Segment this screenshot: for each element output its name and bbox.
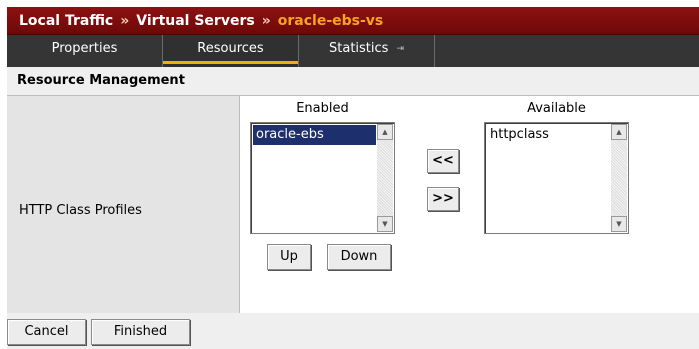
breadcrumb-current: oracle-ebs-vs (277, 13, 384, 29)
section-title: Resource Management (17, 73, 185, 88)
tab-statistics-label: Statistics (329, 41, 389, 56)
move-to-enabled-button[interactable]: << (427, 149, 459, 173)
scroll-down-icon[interactable]: ▼ (611, 216, 627, 232)
open-window-icon[interactable]: ⇥ (396, 44, 404, 54)
form-footer: Cancel Finished (7, 313, 699, 349)
breadcrumb-separator: » (120, 13, 130, 29)
up-button[interactable]: Up (267, 244, 311, 270)
active-tab-indicator (163, 61, 298, 64)
enabled-listbox[interactable]: oracle-ebs ▲ ▼ (250, 122, 395, 234)
scroll-up-icon[interactable]: ▲ (611, 124, 627, 140)
breadcrumb-local-traffic[interactable]: Local Traffic (19, 13, 113, 29)
row-label-cell: HTTP Class Profiles (7, 96, 240, 313)
available-option[interactable]: httpclass (487, 125, 610, 145)
available-listbox[interactable]: httpclass ▲ ▼ (484, 122, 629, 234)
tab-properties-label: Properties (51, 41, 118, 56)
tab-properties[interactable]: Properties (7, 35, 163, 67)
resource-row: HTTP Class Profiles Enabled Available or… (7, 95, 699, 314)
enabled-option[interactable]: oracle-ebs (253, 125, 376, 145)
finished-button[interactable]: Finished (91, 319, 190, 345)
available-header: Available (527, 101, 586, 116)
scroll-up-icon[interactable]: ▲ (377, 124, 393, 140)
available-scrollbar[interactable]: ▲ ▼ (611, 124, 627, 232)
cancel-button[interactable]: Cancel (7, 319, 86, 345)
tab-bar: Properties Resources Statistics ⇥ (7, 35, 699, 67)
http-class-profiles-label: HTTP Class Profiles (19, 203, 142, 218)
enabled-scrollbar[interactable]: ▲ ▼ (377, 124, 393, 232)
breadcrumb: Local Traffic » Virtual Servers » oracle-ebs… (7, 7, 699, 35)
scroll-down-icon[interactable]: ▼ (377, 216, 393, 232)
app-window: Local Traffic » Virtual Servers » oracle-ebs… (7, 7, 699, 349)
breadcrumb-virtual-servers[interactable]: Virtual Servers (136, 13, 254, 29)
down-button[interactable]: Down (327, 244, 391, 270)
enabled-header: Enabled (296, 101, 349, 116)
tab-resources[interactable]: Resources (163, 35, 299, 67)
tab-statistics[interactable]: Statistics ⇥ (299, 35, 435, 67)
tab-resources-label: Resources (197, 41, 264, 56)
move-to-available-button[interactable]: >> (427, 187, 459, 211)
breadcrumb-separator: » (261, 13, 271, 29)
